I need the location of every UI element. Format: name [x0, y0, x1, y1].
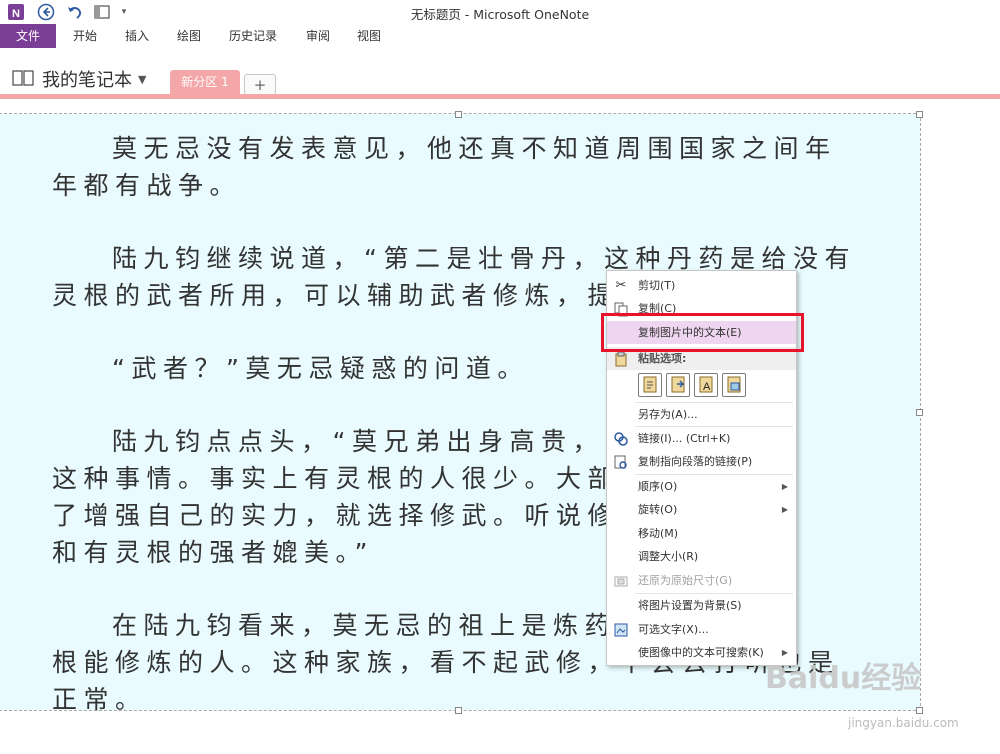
- restore-size-icon: [613, 573, 629, 589]
- tab-view[interactable]: 视图: [357, 24, 381, 48]
- highlight-box: [601, 313, 804, 352]
- window-title: 无标题页 - Microsoft OneNote: [410, 7, 590, 22]
- section-tab[interactable]: 新分区 1: [170, 70, 240, 95]
- paragraph: 莫无忌没有发表意见，他还真不知道周围国家之间年年都有战争。: [52, 134, 837, 200]
- paste-picture-icon[interactable]: [722, 373, 746, 397]
- tab-insert[interactable]: 插入: [125, 24, 149, 48]
- resize-handle-right[interactable]: [916, 409, 923, 416]
- alt-text-icon: [613, 622, 629, 638]
- menu-item-link[interactable]: 链接(I)... (Ctrl+K): [607, 427, 796, 450]
- menu-item-set-background[interactable]: 将图片设置为背景(S): [607, 594, 796, 617]
- ribbon: [0, 24, 1000, 48]
- tab-home[interactable]: 开始: [73, 24, 97, 48]
- menu-item-copy-link[interactable]: 复制指向段落的链接(P): [607, 450, 796, 473]
- add-section-button[interactable]: +: [244, 74, 276, 96]
- menu-item-move[interactable]: 移动(M): [607, 522, 796, 545]
- paste-text-only-icon[interactable]: A: [694, 373, 718, 397]
- menu-item-resize[interactable]: 调整大小(R): [607, 545, 796, 568]
- submenu-arrow-icon: ▶: [781, 505, 788, 514]
- copy-link-icon: [613, 454, 629, 470]
- tab-review[interactable]: 审阅: [306, 24, 330, 48]
- submenu-arrow-icon: ▶: [781, 482, 788, 491]
- notebook-icon: [12, 68, 36, 92]
- paste-icon: [613, 351, 629, 367]
- menu-item-alt-text[interactable]: 可选文字(X)...: [607, 618, 796, 641]
- watermark-url: jingyan.baidu.com: [848, 716, 959, 730]
- svg-text:A: A: [703, 381, 711, 393]
- tab-draw[interactable]: 绘图: [177, 24, 201, 48]
- menu-item-restore-size[interactable]: 还原为原始尺寸(G): [607, 569, 796, 592]
- baidu-watermark: Baidu经验: [765, 661, 922, 696]
- resize-handle-top-right[interactable]: [916, 111, 923, 118]
- menu-item-cut[interactable]: ✂ 剪切(T): [607, 274, 796, 297]
- menu-item-save-as[interactable]: 另存为(A)...: [607, 403, 796, 426]
- menu-item-rotate[interactable]: 旋转(O) ▶: [607, 498, 796, 521]
- link-icon: [613, 431, 629, 447]
- paste-merge-formatting-icon[interactable]: [666, 373, 690, 397]
- tab-file[interactable]: 文件: [0, 24, 56, 48]
- tab-history[interactable]: 历史记录: [229, 24, 277, 48]
- paste-keep-formatting-icon[interactable]: [638, 373, 662, 397]
- resize-handle-bottom-right[interactable]: [916, 707, 923, 714]
- notebook-name: 我的笔记本: [42, 70, 132, 91]
- chevron-down-icon: ▼: [138, 72, 147, 86]
- resize-handle-top[interactable]: [455, 111, 462, 118]
- scissors-icon: ✂: [615, 278, 627, 293]
- notebook-selector[interactable]: 我的笔记本 ▼: [42, 66, 146, 92]
- menu-item-order[interactable]: 顺序(O) ▶: [607, 475, 796, 498]
